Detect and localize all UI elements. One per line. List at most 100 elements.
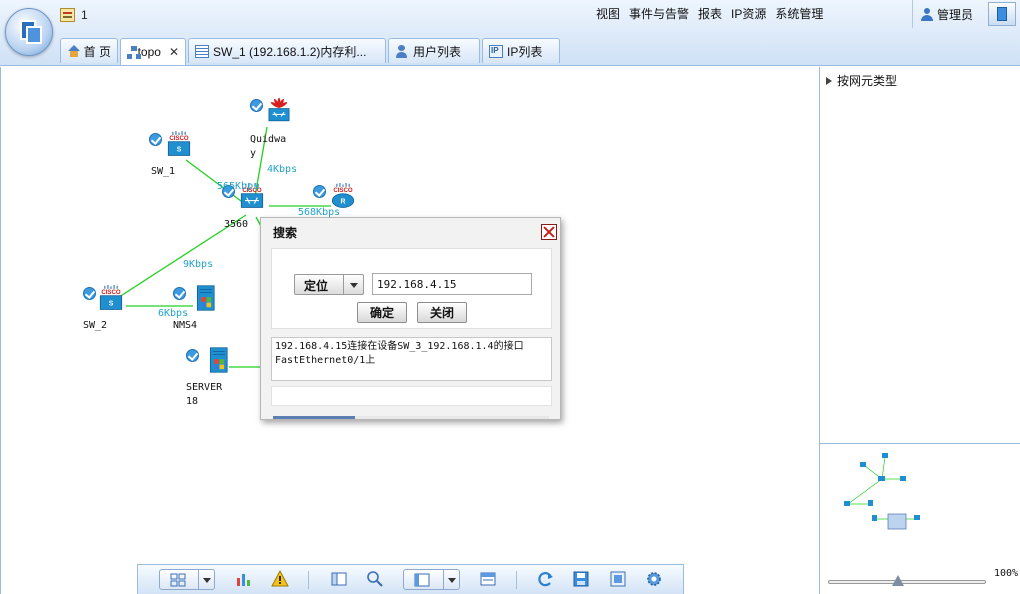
user-icon: [921, 7, 933, 21]
expand-triangle-icon[interactable]: [826, 76, 832, 85]
chevron-down-icon[interactable]: [443, 570, 459, 589]
view-icon: [414, 573, 430, 587]
nav-item-ip-resources[interactable]: IP资源: [731, 5, 775, 23]
cisco-switch-icon: CISCO S: [99, 285, 123, 310]
huawei-switch-icon: [268, 97, 290, 122]
window-icon[interactable]: [479, 570, 497, 588]
status-ok-icon: [313, 185, 326, 198]
ip-search-input[interactable]: [372, 273, 532, 295]
layout-dropdown[interactable]: [159, 569, 215, 590]
toolbar-separator: [308, 571, 309, 589]
topology-canvas[interactable]: Quidwa y CISCO S SW_1 CISCO 3560 CISCO R: [0, 67, 818, 594]
vendor-text: CISCO: [101, 289, 121, 296]
tab-topo[interactable]: topo ✕: [120, 38, 186, 65]
link-speed-label: 565Kbps: [217, 181, 260, 192]
dialog-scrollbar[interactable]: [273, 416, 549, 419]
settings-icon[interactable]: [645, 570, 663, 588]
warning-icon[interactable]: [271, 570, 289, 588]
tab-bar: 首 页 topo ✕ SW_1 (192.168.1.2)内存利... 用户列表…: [60, 38, 560, 65]
tab-label: 用户列表: [413, 44, 462, 59]
toolbar-separator: [516, 571, 517, 589]
nav-item-system-management[interactable]: 系统管理: [775, 5, 832, 23]
close-icon[interactable]: [541, 224, 557, 240]
list-icon: [195, 44, 209, 58]
app-header: 1 视图 事件与告警 报表 IP资源 系统管理 管理员 首 页 topo ✕ S…: [0, 0, 1020, 66]
topology-overview[interactable]: 100%: [820, 443, 1020, 594]
topology-icon: [127, 45, 141, 59]
device-badge: R: [341, 199, 346, 206]
link-speed-label: 4Kbps: [267, 164, 298, 175]
notification-area[interactable]: 1: [60, 6, 88, 24]
logout-button[interactable]: [988, 2, 1016, 26]
chevron-down-icon[interactable]: [198, 570, 214, 589]
export-icon[interactable]: [609, 570, 627, 588]
locate-dropdown[interactable]: 定位: [294, 274, 364, 295]
top-navigation: 视图 事件与告警 报表 IP资源 系统管理: [596, 5, 832, 23]
node-quidway[interactable]: Quidwa y: [249, 97, 305, 167]
result-empty-area: [271, 386, 552, 406]
tab-user-list[interactable]: 用户列表: [388, 38, 480, 63]
search-dialog: 搜索 定位 确定 关闭 192.168.4.15连接在设备SW_3_192.16…: [260, 217, 561, 420]
windows-server-icon: [196, 285, 215, 311]
layout-icon: [170, 573, 186, 587]
node-label: SW_2: [83, 320, 108, 331]
device-badge: S: [177, 147, 182, 154]
tab-home[interactable]: 首 页: [60, 38, 118, 63]
overview-minimap: [844, 453, 920, 530]
status-ok-icon: [149, 133, 162, 146]
notification-icon[interactable]: [60, 8, 75, 22]
tree-node-label: 按网元类型: [837, 74, 898, 88]
user-name: 管理员: [937, 7, 974, 22]
search-form: 定位 确定 关闭: [271, 248, 552, 329]
users-icon: [395, 44, 409, 58]
save-icon[interactable]: [572, 570, 590, 588]
tab-sw1-memory[interactable]: SW_1 (192.168.1.2)内存利...: [188, 38, 386, 63]
tab-label: topo: [137, 45, 161, 59]
dialog-title: 搜索: [273, 226, 298, 240]
link-speed-label: 6Kbps: [158, 308, 189, 319]
user-menu[interactable]: 管理员: [912, 0, 984, 28]
node-sw1[interactable]: CISCO S SW_1: [149, 131, 209, 181]
zoom-slider-track[interactable]: [828, 580, 986, 584]
exit-door-icon: [997, 7, 1007, 21]
vendor-text: CISCO: [333, 187, 353, 194]
zoom-slider-thumb[interactable]: [892, 575, 904, 586]
status-ok-icon: [186, 349, 199, 362]
nav-item-view[interactable]: 视图: [596, 5, 629, 23]
node-label: NMS4: [173, 320, 198, 331]
tab-close-icon[interactable]: ✕: [169, 45, 179, 59]
cisco-router-icon: CISCO R: [331, 183, 355, 208]
chart-icon[interactable]: [235, 570, 253, 588]
tab-ip-list[interactable]: IP列表: [482, 38, 560, 63]
device-badge: S: [109, 301, 114, 308]
close-button[interactable]: 关闭: [417, 302, 467, 323]
tree-node-by-element-type[interactable]: 按网元类型: [826, 72, 897, 89]
node-sw2[interactable]: CISCO S SW_2: [83, 285, 143, 335]
locate-label: 定位: [304, 279, 329, 293]
nav-item-events-alarms[interactable]: 事件与告警: [629, 5, 698, 23]
zoom-level: 100%: [994, 568, 1019, 579]
search-icon[interactable]: [366, 570, 384, 588]
nav-item-reports[interactable]: 报表: [698, 5, 731, 23]
windows-server-icon: [209, 347, 228, 373]
tab-label: 首 页: [83, 44, 111, 59]
vendor-text: CISCO: [169, 135, 189, 142]
ip-list-icon: [489, 44, 503, 58]
tab-label: IP列表: [507, 44, 543, 59]
view-dropdown[interactable]: [403, 569, 460, 590]
tab-label: SW_1 (192.168.1.2)内存利...: [213, 44, 367, 59]
notification-count: 1: [81, 8, 88, 22]
node-label: Quidwa y: [250, 134, 287, 159]
topology-toolbar: [137, 564, 684, 594]
chevron-down-icon[interactable]: [343, 275, 363, 294]
link-speed-label: 9Kbps: [183, 259, 214, 270]
node-label: 3560: [224, 219, 249, 230]
node-server18[interactable]: SERVER 18: [186, 347, 236, 409]
panel-icon[interactable]: [330, 570, 348, 588]
refresh-icon[interactable]: [537, 570, 555, 588]
status-ok-icon: [173, 287, 186, 300]
confirm-button[interactable]: 确定: [357, 302, 407, 323]
right-panel: 按网元类型 100%: [819, 67, 1020, 594]
app-logo[interactable]: [5, 8, 53, 56]
home-icon: [67, 44, 80, 58]
